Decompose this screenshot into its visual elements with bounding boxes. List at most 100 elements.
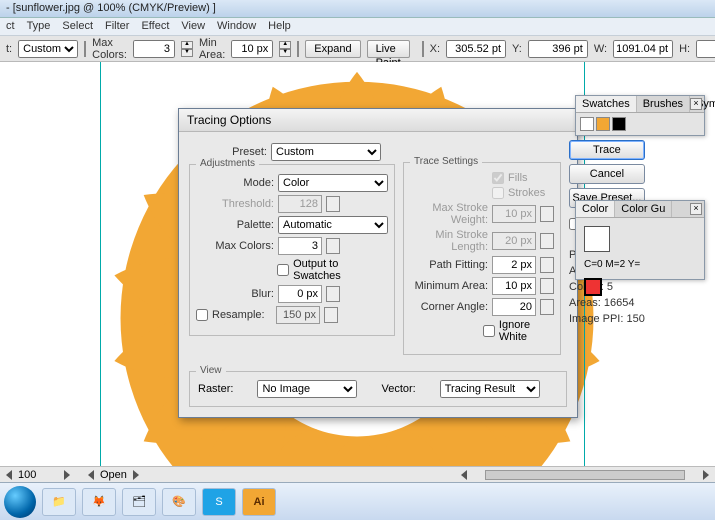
threshold-label: Threshold: xyxy=(196,198,274,210)
transform-ref-icon[interactable] xyxy=(422,41,424,57)
preset-select[interactable]: Custom xyxy=(18,40,78,58)
fills-checkbox xyxy=(492,172,504,184)
dialog-title: Tracing Options xyxy=(179,109,577,132)
trace-settings-legend: Trace Settings xyxy=(410,156,482,167)
corner-input[interactable] xyxy=(492,298,536,316)
resample-menu-icon xyxy=(324,307,338,323)
close-icon[interactable]: × xyxy=(690,98,702,110)
zoom-in-icon[interactable] xyxy=(64,470,70,480)
expand-button[interactable]: Expand xyxy=(305,40,360,58)
ignorewhite-label: Ignore White xyxy=(499,319,554,343)
arrow-icon[interactable] xyxy=(540,299,554,315)
resample-label: Resample: xyxy=(212,309,272,321)
arrow-icon[interactable] xyxy=(540,278,554,294)
menu-item[interactable]: ct xyxy=(6,20,15,33)
menu-bar: ct Type Select Filter Effect View Window… xyxy=(0,18,715,36)
guide-vertical[interactable] xyxy=(100,62,101,466)
swatch[interactable] xyxy=(580,117,594,131)
arrow-icon[interactable] xyxy=(540,257,554,273)
preset-label: t: xyxy=(6,43,12,55)
menu-item[interactable]: Type xyxy=(27,20,51,33)
preset-label: Preset: xyxy=(189,146,267,158)
w-input[interactable] xyxy=(613,40,673,58)
swatches-panel: × Swatches Brushes Symbols xyxy=(575,95,705,136)
livepaint-button[interactable]: Live Paint xyxy=(367,40,410,58)
prev-icon[interactable] xyxy=(88,470,94,480)
zoom-input[interactable] xyxy=(18,469,58,481)
maxcolors-input[interactable] xyxy=(133,40,175,58)
strokes-checkbox xyxy=(492,187,504,199)
preset-select[interactable]: Custom xyxy=(271,143,381,161)
trace-button[interactable]: Trace xyxy=(569,140,645,160)
minarea-stepper[interactable]: ▲▼ xyxy=(279,41,291,57)
adjustments-legend: Adjustments xyxy=(196,158,259,169)
status-bar: Open xyxy=(0,466,715,482)
scrollbar-horizontal[interactable] xyxy=(485,470,685,480)
raster-select[interactable]: No Image xyxy=(257,380,357,398)
blur-label: Blur: xyxy=(196,288,274,300)
y-input[interactable] xyxy=(528,40,588,58)
pathfit-input[interactable] xyxy=(492,256,536,274)
menu-item[interactable]: Select xyxy=(62,20,93,33)
ignorewhite-checkbox[interactable] xyxy=(483,325,495,337)
tab-brushes[interactable]: Brushes xyxy=(637,96,690,112)
tracing-options-dialog: Tracing Options Preset: Custom Adjustmen… xyxy=(178,108,578,418)
menu-item[interactable]: View xyxy=(181,20,205,33)
resample-checkbox[interactable] xyxy=(196,309,208,321)
tab-swatches[interactable]: Swatches xyxy=(576,96,637,112)
minarea-menu-icon[interactable] xyxy=(297,41,299,57)
maxcolors-input[interactable] xyxy=(278,237,322,255)
maxcolors-stepper[interactable]: ▲▼ xyxy=(181,41,193,57)
zoom-out-icon[interactable] xyxy=(6,470,12,480)
mode-select[interactable]: Color xyxy=(278,174,388,192)
menu-item[interactable]: Filter xyxy=(105,20,129,33)
threshold-input xyxy=(278,195,322,213)
scroll-right-icon[interactable] xyxy=(703,470,709,480)
minarea-input[interactable] xyxy=(492,277,536,295)
x-input[interactable] xyxy=(446,40,506,58)
taskbar-skype-icon[interactable]: S xyxy=(202,488,236,516)
x-label: X: xyxy=(430,43,440,55)
swatch[interactable] xyxy=(596,117,610,131)
close-icon[interactable]: × xyxy=(690,203,702,215)
menu-item[interactable]: Window xyxy=(217,20,256,33)
pathfit-label: Path Fitting: xyxy=(410,259,488,271)
start-button[interactable] xyxy=(4,486,36,518)
blur-menu-icon[interactable] xyxy=(326,286,340,302)
vector-label: Vector: xyxy=(381,383,415,395)
tab-color[interactable]: Color xyxy=(576,201,615,217)
taskbar-firefox-icon[interactable]: 🦊 xyxy=(82,488,116,516)
raster-label: Raster: xyxy=(198,383,233,395)
vector-select[interactable]: Tracing Result xyxy=(440,380,540,398)
view-legend: View xyxy=(196,365,226,376)
taskbar-paint-icon[interactable]: 🎨 xyxy=(162,488,196,516)
maxcolors-menu-icon[interactable] xyxy=(326,238,340,254)
maxsw-label: Max Stroke Weight: xyxy=(410,202,488,226)
maxcolors-label: Max Colors: xyxy=(92,37,127,61)
next-icon[interactable] xyxy=(133,470,139,480)
status-tool: Open xyxy=(100,469,127,481)
swatch[interactable] xyxy=(612,117,626,131)
tab-color-guide[interactable]: Color Gu xyxy=(615,201,672,217)
resample-input xyxy=(276,306,320,324)
fills-label: Fills xyxy=(508,172,528,184)
corner-label: Corner Angle: xyxy=(410,301,488,313)
scroll-left-icon[interactable] xyxy=(461,470,467,480)
menu-item[interactable]: Help xyxy=(268,20,291,33)
fill-swatch[interactable] xyxy=(584,226,610,252)
stroke-swatch[interactable] xyxy=(584,278,602,296)
taskbar-folder-icon[interactable]: 🗂 xyxy=(122,488,156,516)
minarea-label: Minimum Area: xyxy=(410,280,488,292)
preset-menu-icon[interactable] xyxy=(84,41,86,57)
blur-input[interactable] xyxy=(278,285,322,303)
taskbar-illustrator-icon[interactable]: Ai xyxy=(242,488,276,516)
menu-item[interactable]: Effect xyxy=(141,20,169,33)
output-swatches-checkbox[interactable] xyxy=(277,264,289,276)
arrow-icon xyxy=(540,206,554,222)
h-input[interactable] xyxy=(696,40,715,58)
minsl-input xyxy=(492,232,536,250)
palette-select[interactable]: Automatic xyxy=(278,216,388,234)
minarea-input[interactable] xyxy=(231,40,273,58)
cancel-button[interactable]: Cancel xyxy=(569,164,645,184)
taskbar-explorer-icon[interactable]: 📁 xyxy=(42,488,76,516)
